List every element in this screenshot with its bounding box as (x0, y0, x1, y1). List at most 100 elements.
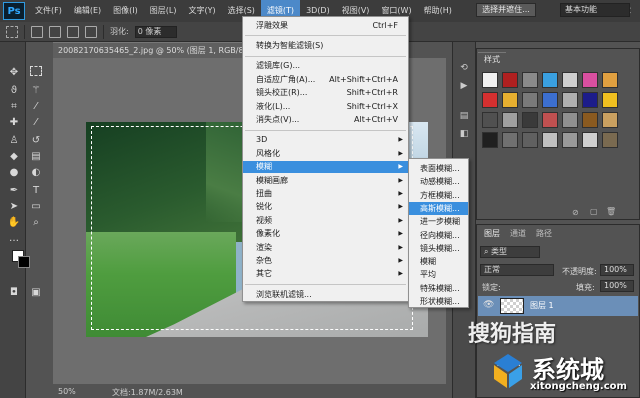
style-swatch[interactable] (562, 132, 578, 148)
style-swatch[interactable] (582, 112, 598, 128)
filter-menu-item[interactable]: 渲染 ▶ (243, 241, 408, 253)
feather-input[interactable]: 0 像素 (134, 25, 177, 38)
new-selection-icon[interactable] (31, 25, 43, 38)
style-swatch[interactable] (482, 92, 498, 108)
style-swatch[interactable] (522, 132, 538, 148)
filter-menu-item[interactable]: 浏览联机滤镜... (243, 288, 408, 300)
menu-layer[interactable]: 图层(L) (144, 0, 183, 22)
style-swatch[interactable] (482, 112, 498, 128)
fill-input[interactable]: 100% (600, 280, 634, 292)
filter-menu-item[interactable]: 自适应广角(A)... Alt+Shift+Ctrl+A (243, 73, 408, 85)
filter-menu-item[interactable]: 其它 ▶ (243, 268, 408, 280)
filter-menu-item[interactable]: 视频 ▶ (243, 214, 408, 226)
style-swatch[interactable] (542, 112, 558, 128)
filter-menu-item[interactable]: 扭曲 ▶ (243, 187, 408, 199)
filter-menu-item[interactable]: 消失点(V)... Alt+Ctrl+V (243, 113, 408, 125)
style-swatch[interactable] (562, 72, 578, 88)
eraser-tool-icon[interactable]: ◆ (8, 150, 20, 162)
filter-menu-item[interactable]: 模糊画廊 ▶ (243, 174, 408, 186)
style-swatch[interactable] (602, 92, 618, 108)
select-and-mask-button[interactable]: 选择并遮住... (476, 3, 536, 17)
menu-image[interactable]: 图像(I) (107, 0, 144, 22)
document-tab[interactable]: 20082170635465_2.jpg @ 50% (图层 1, RGB/8#… (53, 42, 243, 58)
style-swatch[interactable] (522, 92, 538, 108)
document-size-info[interactable]: 文档:1.87M/2.63M (112, 387, 183, 398)
blend-mode-select[interactable]: 正常 (480, 264, 554, 276)
filter-menu-item[interactable]: 锐化 ▶ (243, 201, 408, 213)
menu-type[interactable]: 文字(Y) (182, 0, 221, 22)
adjustments-panel-icon[interactable]: ◧ (458, 128, 470, 140)
hand-tool-icon[interactable]: ✋ (8, 216, 20, 228)
style-swatch[interactable] (602, 72, 618, 88)
new-style-icon[interactable]: ▢ (590, 207, 598, 216)
style-swatch[interactable] (542, 92, 558, 108)
zoom-tool-icon[interactable]: ⌕ (30, 216, 42, 228)
filter-menu-item[interactable]: 风格化 ▶ (243, 147, 408, 159)
blur-submenu-item[interactable]: 动感模糊... (409, 175, 468, 188)
type-tool-icon[interactable]: T (30, 184, 42, 196)
filter-menu-item[interactable]: 液化(L)... Shift+Ctrl+X (243, 100, 408, 112)
blur-submenu-item[interactable]: 特殊模糊... (409, 282, 468, 295)
quick-mask-icon[interactable]: ◘ (8, 286, 20, 298)
layer-name[interactable]: 图层 1 (530, 300, 554, 311)
lasso-tool-icon[interactable]: ϑ (8, 84, 20, 96)
pen-tool-icon[interactable]: ✒ (8, 184, 20, 196)
shape-tool-icon[interactable]: ▭ (30, 200, 42, 212)
style-swatch[interactable] (502, 132, 518, 148)
brush-tool-icon[interactable]: ⁄ (30, 116, 42, 128)
blur-tool-icon[interactable]: ● (8, 166, 20, 178)
magic-wand-tool-icon[interactable]: ⚚ (30, 84, 42, 96)
blur-submenu-item[interactable]: 形状模糊... (409, 295, 468, 308)
style-swatch[interactable] (502, 72, 518, 88)
zoom-level[interactable]: 50% (58, 387, 76, 396)
filter-menu-item[interactable]: 像素化 ▶ (243, 228, 408, 240)
style-swatch[interactable] (582, 92, 598, 108)
style-swatch[interactable] (582, 72, 598, 88)
blur-submenu-item[interactable]: 进一步模糊 (409, 215, 468, 228)
gradient-tool-icon[interactable]: ▤ (30, 150, 42, 162)
style-swatch[interactable] (522, 72, 538, 88)
filter-menu-item[interactable]: 浮雕效果 Ctrl+F (243, 19, 408, 31)
intersect-selection-icon[interactable] (85, 25, 97, 38)
tab-styles[interactable]: 样式 (478, 52, 506, 66)
eye-icon[interactable]: 👁 (483, 300, 494, 310)
filter-menu-item[interactable]: 滤镜库(G)... (243, 60, 408, 72)
properties-panel-icon[interactable]: ▤ (458, 110, 470, 122)
opacity-input[interactable]: 100% (600, 264, 634, 276)
more-tools-icon[interactable]: … (8, 232, 20, 244)
blur-submenu-item[interactable]: 径向模糊... (409, 229, 468, 242)
blur-submenu-item[interactable]: 方框模糊... (409, 189, 468, 202)
style-swatch[interactable] (582, 132, 598, 148)
actions-panel-icon[interactable]: ▶ (458, 80, 470, 92)
style-swatch[interactable] (502, 112, 518, 128)
path-selection-tool-icon[interactable]: ➤ (8, 200, 20, 212)
style-swatch[interactable] (602, 112, 618, 128)
blur-submenu-item[interactable]: 镜头模糊... (409, 242, 468, 255)
move-tool-icon[interactable]: ✥ (8, 66, 20, 78)
marquee-tool-icon[interactable] (30, 66, 42, 76)
subtract-selection-icon[interactable] (67, 25, 79, 38)
filter-menu-item[interactable]: 镜头校正(R)... Shift+Ctrl+R (243, 87, 408, 99)
style-swatch[interactable] (542, 132, 558, 148)
trash-icon[interactable]: 🗑 (606, 207, 616, 216)
style-swatch[interactable] (562, 112, 578, 128)
blur-submenu-item[interactable]: 表面模糊... (409, 162, 468, 175)
tab-layers[interactable]: 图层 (484, 227, 500, 240)
blur-submenu-item[interactable]: 高斯模糊... (409, 201, 468, 215)
filter-menu-item[interactable]: 转换为智能滤镜(S) (243, 39, 408, 51)
style-swatch[interactable] (542, 72, 558, 88)
style-swatch[interactable] (522, 112, 538, 128)
clone-stamp-tool-icon[interactable]: ♙ (8, 134, 20, 146)
menu-edit[interactable]: 编辑(E) (68, 0, 107, 22)
healing-brush-tool-icon[interactable]: ✚ (8, 116, 20, 128)
history-brush-tool-icon[interactable]: ↺ (30, 134, 42, 146)
background-color-swatch[interactable] (18, 256, 30, 268)
dodge-tool-icon[interactable]: ◐ (30, 166, 42, 178)
history-panel-icon[interactable]: ⟲ (458, 62, 470, 74)
workspace-select[interactable]: 基本功能 (560, 3, 630, 17)
style-swatch[interactable] (602, 132, 618, 148)
tab-channels[interactable]: 通道 (510, 227, 526, 240)
add-selection-icon[interactable] (49, 25, 61, 38)
layer-filter-kind-select[interactable]: ⌕ 类型 (480, 246, 540, 258)
style-swatch[interactable] (482, 132, 498, 148)
